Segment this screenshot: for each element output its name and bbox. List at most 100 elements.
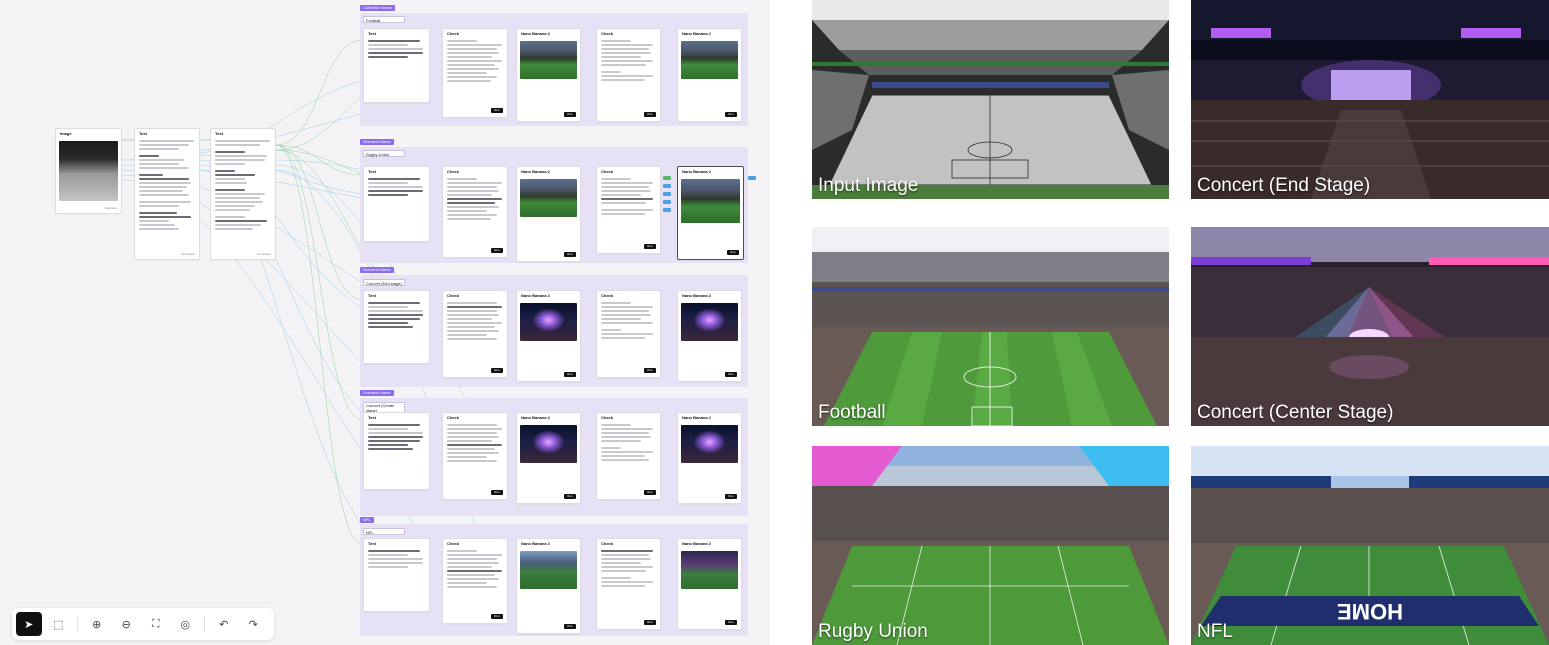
final-image-node[interactable]: Nano Banana 2 Run bbox=[677, 538, 742, 630]
result-thumbnail bbox=[520, 551, 577, 589]
scenario-text-node[interactable]: Text bbox=[363, 538, 430, 612]
check-node[interactable]: Check Run bbox=[442, 538, 508, 624]
output-port[interactable] bbox=[663, 192, 671, 196]
gallery-tile-rugby: Rugby Union bbox=[812, 446, 1169, 645]
run-button[interactable]: Run bbox=[644, 620, 656, 625]
recheck-node[interactable]: Check Run bbox=[596, 28, 661, 122]
tile-caption: Concert (Center Stage) bbox=[1197, 402, 1394, 423]
focus-icon[interactable]: ◎ bbox=[172, 612, 198, 636]
check-node[interactable]: Check Run bbox=[442, 166, 508, 258]
scenario-text-node[interactable]: Text bbox=[363, 290, 430, 364]
run-button[interactable]: Run bbox=[564, 624, 576, 629]
input-image-render bbox=[812, 0, 1169, 199]
image-gen-node[interactable]: Nano Banana 2 Run bbox=[516, 412, 581, 504]
group-tag: Scenario Name bbox=[360, 267, 394, 273]
image-gen-node[interactable]: Nano Banana 2 Run bbox=[516, 166, 581, 262]
recheck-node[interactable]: Check Run bbox=[596, 538, 661, 630]
node-header: Check bbox=[447, 31, 460, 36]
scenario-name-input[interactable]: Concert (End stage) bbox=[363, 279, 405, 286]
run-button[interactable]: Run bbox=[725, 494, 737, 499]
run-button[interactable]: Run bbox=[725, 620, 737, 625]
run-button[interactable]: Run bbox=[491, 248, 503, 253]
final-image-node[interactable]: Nano Banana 2 Run bbox=[677, 28, 742, 122]
node-header: Nano Banana 2 bbox=[521, 169, 550, 174]
final-image-node[interactable]: Nano Banana 2 Run bbox=[677, 412, 742, 504]
scenario-name-input[interactable]: NFL bbox=[363, 528, 405, 535]
prompt-text-node[interactable]: Text Generated bbox=[134, 128, 200, 260]
group-tag: Collection Name bbox=[360, 5, 396, 11]
node-header: Text bbox=[368, 415, 376, 420]
pointer-icon[interactable]: ➤ bbox=[16, 612, 42, 636]
redo-icon[interactable]: ↷ bbox=[240, 612, 266, 636]
output-port[interactable] bbox=[748, 176, 756, 180]
frame-select-icon[interactable]: ⬚ bbox=[46, 612, 72, 636]
result-thumbnail bbox=[681, 179, 740, 223]
prompt-text-node-2[interactable]: Text Generated bbox=[210, 128, 276, 260]
zoom-in-icon[interactable]: ⊕ bbox=[84, 612, 110, 636]
run-button[interactable]: Run bbox=[491, 490, 503, 495]
run-button[interactable]: Run bbox=[564, 112, 576, 117]
run-button[interactable]: Run bbox=[725, 112, 737, 117]
run-button[interactable]: Run bbox=[725, 372, 737, 377]
scenario-text-node[interactable]: Text bbox=[363, 166, 430, 242]
output-port[interactable] bbox=[663, 208, 671, 212]
toolbar-divider bbox=[203, 616, 205, 632]
result-thumbnail bbox=[681, 425, 738, 463]
node-header: Check bbox=[447, 293, 460, 298]
run-button[interactable]: Run bbox=[491, 368, 503, 373]
output-port[interactable] bbox=[663, 184, 671, 188]
canvas-toolbar: ➤ ⬚ ⊕ ⊖ ⛶ ◎ ↶ ↷ bbox=[12, 608, 274, 640]
run-button[interactable]: Run bbox=[564, 252, 576, 257]
run-button[interactable]: Run bbox=[564, 494, 576, 499]
undo-icon[interactable]: ↶ bbox=[211, 612, 237, 636]
run-button[interactable]: Run bbox=[644, 244, 656, 249]
check-node[interactable]: Check Run bbox=[442, 290, 508, 378]
node-header: Check bbox=[601, 415, 614, 420]
check-node[interactable]: Check Run bbox=[442, 28, 508, 118]
scenario-text-node[interactable]: Text bbox=[363, 412, 430, 490]
gallery-tile-football: Football bbox=[812, 227, 1169, 426]
gallery-tile-concert-center: Concert (Center Stage) bbox=[1191, 227, 1549, 426]
nfl-render: HOME bbox=[1191, 446, 1549, 645]
fit-view-icon[interactable]: ⛶ bbox=[143, 612, 169, 636]
scenario-name-input[interactable]: Football bbox=[363, 16, 405, 23]
node-header: Image bbox=[60, 131, 72, 136]
image-gen-node[interactable]: Nano Banana 2 Run bbox=[516, 290, 581, 382]
recheck-node[interactable]: Check Run bbox=[596, 290, 661, 378]
node-header: Text bbox=[139, 131, 147, 136]
image-gen-node[interactable]: Nano Banana 2 Run bbox=[516, 28, 581, 122]
run-button[interactable]: Run bbox=[644, 490, 656, 495]
image-input-node[interactable]: Image Required bbox=[55, 128, 122, 214]
group-tag: NFL bbox=[360, 517, 374, 523]
recheck-node[interactable]: Check Run bbox=[596, 412, 661, 500]
workflow-canvas[interactable]: Image Required Text Generated Text Gener… bbox=[0, 0, 770, 645]
node-header: Text bbox=[368, 169, 376, 174]
run-button[interactable]: Run bbox=[491, 614, 503, 619]
gallery-tile-input: Input Image bbox=[812, 0, 1169, 199]
tile-caption: Concert (End Stage) bbox=[1197, 175, 1371, 196]
node-header: Nano Banana 2 bbox=[682, 541, 711, 546]
image-gen-node[interactable]: Nano Banana 2 Run bbox=[516, 538, 581, 634]
run-button[interactable]: Run bbox=[564, 372, 576, 377]
final-image-node-selected[interactable]: Nano Banana 2 Run bbox=[677, 166, 744, 260]
node-header: Text bbox=[215, 131, 223, 136]
result-thumbnail bbox=[520, 41, 577, 79]
output-port[interactable] bbox=[663, 176, 671, 180]
output-port[interactable] bbox=[663, 200, 671, 204]
node-header: Nano Banana 2 bbox=[521, 415, 550, 420]
run-button[interactable]: Run bbox=[644, 368, 656, 373]
final-image-node[interactable]: Nano Banana 2 Run bbox=[677, 290, 742, 382]
node-header: Nano Banana 2 bbox=[521, 293, 550, 298]
group-tag: Scenario Name bbox=[360, 390, 394, 396]
node-header: Nano Banana 2 bbox=[521, 541, 550, 546]
toolbar-divider bbox=[77, 616, 78, 632]
tile-caption: NFL bbox=[1197, 621, 1233, 642]
scenario-name-input[interactable]: Rugby Union bbox=[363, 150, 405, 157]
run-button[interactable]: Run bbox=[644, 112, 656, 117]
zoom-out-icon[interactable]: ⊖ bbox=[113, 612, 139, 636]
run-button[interactable]: Run bbox=[491, 108, 503, 113]
run-button[interactable]: Run bbox=[727, 250, 739, 255]
scenario-text-node[interactable]: Text bbox=[363, 28, 430, 103]
recheck-node[interactable]: Check Run bbox=[596, 166, 661, 254]
check-node[interactable]: Check Run bbox=[442, 412, 508, 500]
